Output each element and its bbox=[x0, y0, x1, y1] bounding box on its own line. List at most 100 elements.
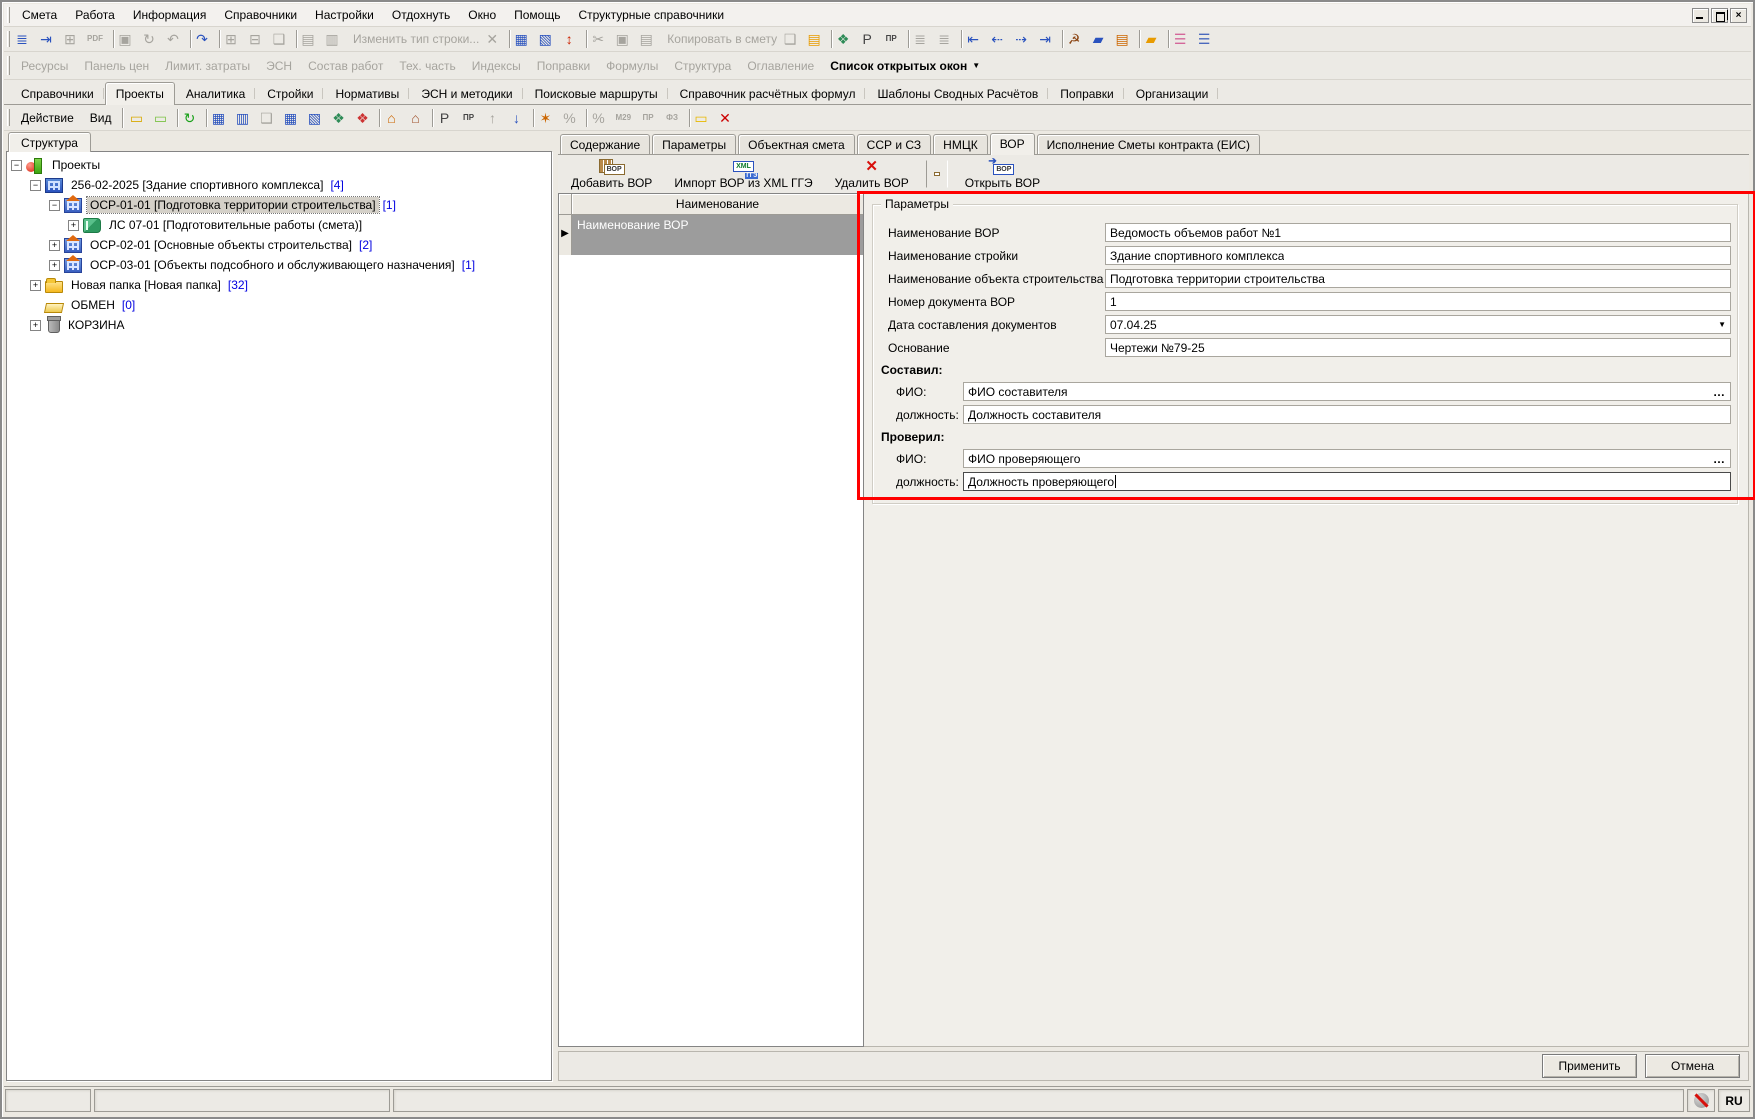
module-tab[interactable]: Справочники bbox=[10, 82, 105, 104]
tree-expander[interactable]: + bbox=[30, 320, 41, 331]
panel-toggle[interactable]: Поправки bbox=[529, 55, 598, 77]
machines-icon[interactable]: ▰ bbox=[1089, 28, 1113, 50]
tree-expander[interactable]: − bbox=[30, 180, 41, 191]
save-project-icon[interactable]: ▦ bbox=[281, 107, 305, 129]
language-indicator[interactable]: RU bbox=[1718, 1089, 1750, 1112]
module-tab[interactable]: Поправки bbox=[1049, 82, 1124, 104]
excel-export-icon[interactable]: ⊞ bbox=[61, 28, 85, 50]
pdf-export-icon[interactable]: PDF bbox=[85, 28, 111, 50]
tree-item[interactable]: + ЛС 07-01 [Подготовительные работы (сме… bbox=[7, 215, 551, 235]
comment-icon[interactable]: ❑ bbox=[270, 28, 294, 50]
minimize-button[interactable] bbox=[1692, 8, 1709, 23]
folder-up-icon[interactable]: ▭ bbox=[127, 107, 151, 129]
apply-button[interactable]: Применить bbox=[1542, 1054, 1637, 1078]
open-vor-button[interactable]: ВОР Открыть ВОР bbox=[954, 156, 1051, 192]
save-icon[interactable]: ▣ bbox=[116, 28, 140, 50]
menu-item[interactable]: Работа bbox=[66, 5, 124, 25]
add-estimate-icon[interactable]: ❖ bbox=[329, 107, 353, 129]
document-tab[interactable]: НМЦК bbox=[933, 134, 988, 154]
ellipsis-button[interactable]: … bbox=[1713, 455, 1726, 463]
tree-item[interactable]: ОБМЕН [0] bbox=[7, 295, 551, 315]
tree-expander[interactable]: − bbox=[49, 200, 60, 211]
refresh-tree-icon[interactable]: ↻ bbox=[180, 107, 204, 129]
books-pink-icon[interactable]: ☰ bbox=[1171, 28, 1195, 50]
doc-p-icon[interactable]: P bbox=[435, 107, 459, 129]
menu-item[interactable]: Справочники bbox=[215, 5, 306, 25]
document-tab[interactable]: Исполнение Сметы контракта (ЕИС) bbox=[1037, 134, 1260, 154]
module-tab[interactable]: Организации bbox=[1125, 82, 1220, 104]
paste-buffer-icon[interactable]: ▤ bbox=[805, 28, 829, 50]
refresh-icon[interactable]: ↻ bbox=[140, 28, 164, 50]
vor-list-row[interactable]: ▶ Наименование ВОР bbox=[559, 215, 863, 255]
panel-toggle[interactable]: Панель цен bbox=[76, 55, 157, 77]
price-p-icon[interactable]: P bbox=[858, 28, 882, 50]
copy-project-icon[interactable]: ▥ bbox=[233, 107, 257, 129]
close-button[interactable]: × bbox=[1730, 8, 1747, 23]
panel-toggle[interactable]: Лимит. затраты bbox=[157, 55, 258, 77]
action-menu[interactable]: Действие bbox=[13, 108, 82, 128]
undo-icon[interactable]: ↶ bbox=[164, 28, 188, 50]
calculator-icon[interactable]: ▦ bbox=[512, 28, 536, 50]
document-tab[interactable]: Параметры bbox=[652, 134, 736, 154]
copy-icon[interactable]: ▣ bbox=[613, 28, 637, 50]
materials-icon[interactable]: ▤ bbox=[1113, 28, 1137, 50]
action-menu[interactable]: Вид bbox=[82, 108, 120, 128]
document-tab[interactable]: Содержание bbox=[560, 134, 650, 154]
row-type-icon[interactable]: ▥ bbox=[323, 28, 347, 50]
tree-expander[interactable]: + bbox=[49, 240, 60, 251]
field-input[interactable]: 1 … ▼ bbox=[1105, 292, 1731, 311]
tree-item[interactable]: − ОСР-01-01 [Подготовка территории строи… bbox=[7, 195, 551, 215]
doc-pr-icon[interactable]: ПР bbox=[459, 107, 483, 129]
add-row-icon[interactable]: ⊞ bbox=[222, 28, 246, 50]
tree-item[interactable]: − Проекты bbox=[7, 155, 551, 175]
menu-item[interactable]: Структурные справочники bbox=[569, 5, 733, 25]
tree-expander[interactable]: + bbox=[68, 220, 79, 231]
copy-to-estimate-label[interactable]: Копировать в смету bbox=[661, 28, 781, 50]
module-tab[interactable]: Стройки bbox=[256, 82, 324, 104]
clear-row-icon[interactable]: ✕ bbox=[483, 28, 507, 50]
tree-item[interactable]: + ОСР-03-01 [Объекты подсобного и обслуж… bbox=[7, 255, 551, 275]
page-icon[interactable]: ❑ bbox=[257, 107, 281, 129]
field-input[interactable]: Ведомость объемов работ №1 … ▼ bbox=[1105, 223, 1731, 242]
folder-collapse-icon[interactable]: ▭ bbox=[151, 107, 175, 129]
panel-toggle[interactable]: Формулы bbox=[598, 55, 666, 77]
labor-icon[interactable]: ☭ bbox=[1065, 28, 1089, 50]
open-windows-button[interactable]: Список открытых окон ▼ bbox=[822, 55, 988, 77]
document-tab[interactable]: ВОР bbox=[990, 133, 1035, 155]
indent-first-icon[interactable]: ⇤ bbox=[964, 28, 988, 50]
tree-delete-icon[interactable]: ≣ bbox=[935, 28, 959, 50]
cancel-button[interactable]: Отмена bbox=[1645, 1054, 1740, 1078]
cut-icon[interactable]: ✂ bbox=[589, 28, 613, 50]
new-folder-icon[interactable]: ▭ bbox=[692, 107, 716, 129]
module-tab[interactable]: Аналитика bbox=[175, 82, 256, 104]
pp-icon[interactable]: ПР bbox=[639, 107, 663, 129]
toolbar-grip[interactable] bbox=[7, 31, 10, 48]
panel-toggle[interactable]: Индексы bbox=[464, 55, 529, 77]
menu-item[interactable]: Смета bbox=[13, 5, 66, 25]
indent-left-icon[interactable]: ⇠ bbox=[988, 28, 1012, 50]
export-estimate-icon[interactable]: ❖ bbox=[353, 107, 377, 129]
field-input[interactable]: ФИО составителя … ▼ bbox=[963, 382, 1731, 401]
toolbar-grip[interactable] bbox=[7, 56, 10, 75]
module-tab[interactable]: ЭСН и методики bbox=[410, 82, 523, 104]
m29-icon[interactable]: М29 bbox=[613, 107, 639, 129]
transport-icon[interactable]: ▰ bbox=[1142, 28, 1166, 50]
document-tab[interactable]: Объектная смета bbox=[738, 134, 855, 154]
add-child-row-icon[interactable]: ⊟ bbox=[246, 28, 270, 50]
field-input[interactable]: Должность проверяющего … ▼ bbox=[963, 472, 1731, 491]
export-object-icon[interactable]: ⌂ bbox=[406, 107, 430, 129]
tree-item[interactable]: + КОРЗИНА bbox=[7, 315, 551, 335]
menu-item[interactable]: Отдохнуть bbox=[383, 5, 459, 25]
tree-item[interactable]: − 256-02-2025 [Здание спортивного компле… bbox=[7, 175, 551, 195]
wizard-icon[interactable]: ✶ bbox=[536, 107, 560, 129]
field-input[interactable]: Должность составителя … ▼ bbox=[963, 405, 1731, 424]
tree-edit-icon[interactable]: ≣ bbox=[911, 28, 935, 50]
tree-expander[interactable]: + bbox=[30, 280, 41, 291]
field-input[interactable]: ФИО проверяющего … ▼ bbox=[963, 449, 1731, 468]
percent-icon[interactable]: % bbox=[560, 107, 584, 129]
panel-toggle[interactable]: ЭСН bbox=[258, 55, 300, 77]
tree-shift-icon[interactable]: ⇥ bbox=[37, 28, 61, 50]
move-up-icon[interactable]: ↑ bbox=[483, 107, 507, 129]
dropdown-arrow-icon[interactable]: ▼ bbox=[1718, 320, 1726, 329]
sort-icon[interactable]: ↕ bbox=[560, 28, 584, 50]
